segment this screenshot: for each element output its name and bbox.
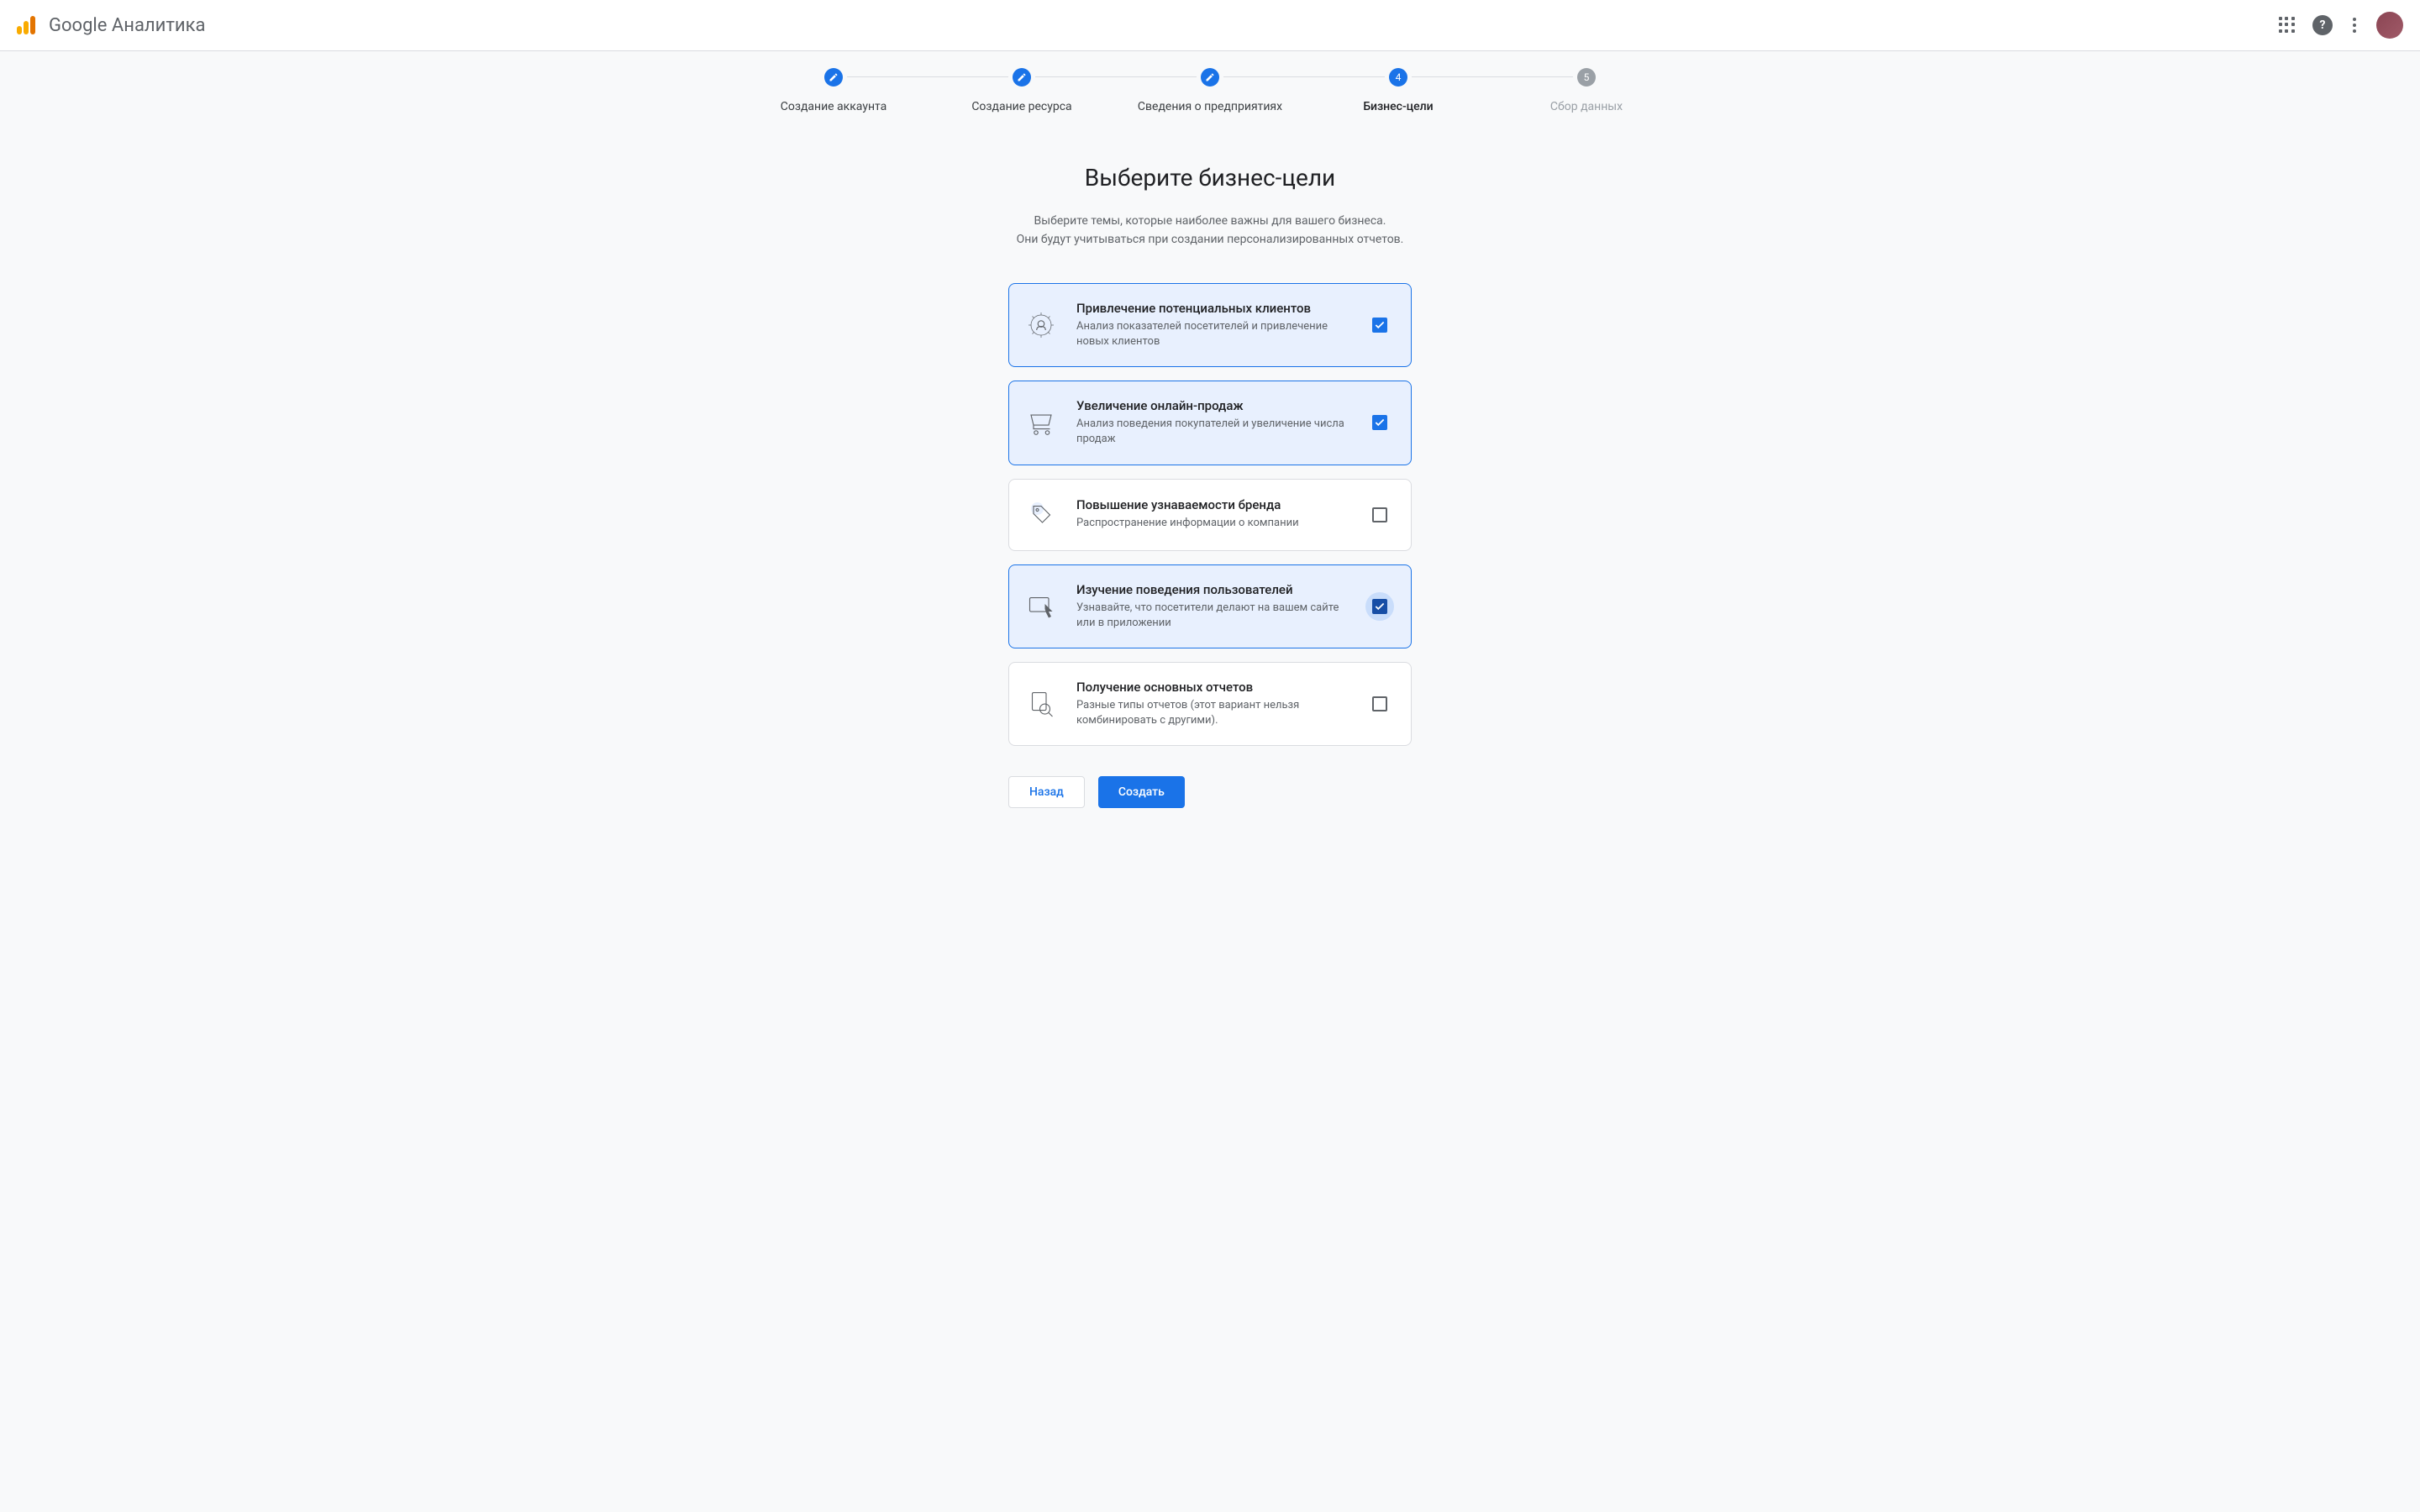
more-vert-icon[interactable] — [2349, 14, 2360, 36]
goal-card-leads[interactable]: Привлечение потенциальных клиентов Анали… — [1008, 283, 1412, 367]
goal-card-reports[interactable]: Получение основных отчетов Разные типы о… — [1008, 662, 1412, 746]
card-title: Получение основных отчетов — [1076, 680, 1349, 695]
step-data-collection: 5 Сбор данных — [1492, 68, 1681, 113]
product-name: Google Аналитика — [49, 15, 205, 36]
step-account[interactable]: Создание аккаунта — [739, 68, 928, 113]
pencil-icon — [824, 68, 843, 87]
main-area: Создание аккаунта Создание ресурса Сведе… — [0, 51, 2420, 1512]
checkbox[interactable] — [1372, 696, 1387, 711]
goal-card-sales[interactable]: Увеличение онлайн-продаж Анализ поведени… — [1008, 381, 1412, 465]
card-title: Повышение узнаваемости бренда — [1076, 497, 1349, 512]
tag-icon — [1023, 496, 1060, 533]
analytics-logo-icon — [17, 16, 35, 34]
page-subtitle: Выберите темы, которые наиболее важны дл… — [924, 212, 1496, 249]
header-right: ? — [2279, 12, 2403, 39]
leads-icon — [1023, 307, 1060, 344]
step-number: 4 — [1389, 68, 1407, 87]
content: Выберите бизнес-цели Выберите темы, кото… — [924, 164, 1496, 808]
step-business-goals[interactable]: 4 Бизнес-цели — [1304, 68, 1492, 113]
step-label: Сбор данных — [1550, 100, 1623, 113]
step-number: 5 — [1577, 68, 1596, 87]
checkbox[interactable] — [1372, 415, 1387, 430]
step-label: Создание ресурса — [971, 100, 1071, 113]
card-desc: Распространение информации о компании — [1076, 516, 1349, 531]
card-desc: Разные типы отчетов (этот вариант нельзя… — [1076, 698, 1349, 728]
card-desc: Анализ показателей посетителей и привлеч… — [1076, 319, 1349, 349]
pencil-icon — [1201, 68, 1219, 87]
card-title: Изучение поведения пользователей — [1076, 582, 1349, 597]
create-button[interactable]: Создать — [1098, 776, 1185, 808]
card-title: Увеличение онлайн-продаж — [1076, 398, 1349, 413]
reports-icon — [1023, 685, 1060, 722]
apps-grid-icon[interactable] — [2279, 17, 2296, 34]
goal-card-brand[interactable]: Повышение узнаваемости бренда Распростра… — [1008, 479, 1412, 551]
page-title: Выберите бизнес-цели — [924, 164, 1496, 192]
checkbox[interactable] — [1372, 507, 1387, 522]
button-row: Назад Создать — [1008, 776, 1412, 808]
header-left: Google Аналитика — [17, 15, 205, 36]
step-label: Бизнес-цели — [1363, 100, 1433, 113]
app-header: Google Аналитика ? — [0, 0, 2420, 51]
checkbox[interactable] — [1372, 318, 1387, 333]
cart-icon — [1023, 404, 1060, 441]
card-title: Привлечение потенциальных клиентов — [1076, 301, 1349, 316]
goals-list: Привлечение потенциальных клиентов Анали… — [1008, 283, 1412, 747]
goal-card-behavior[interactable]: Изучение поведения пользователей Узнавай… — [1008, 564, 1412, 648]
card-desc: Анализ поведения покупателей и увеличени… — [1076, 417, 1349, 447]
setup-stepper: Создание аккаунта Создание ресурса Сведе… — [739, 58, 1681, 130]
behavior-icon — [1023, 588, 1060, 625]
help-icon[interactable]: ? — [2312, 15, 2333, 35]
back-button[interactable]: Назад — [1008, 776, 1085, 808]
avatar[interactable] — [2376, 12, 2403, 39]
pencil-icon — [1013, 68, 1031, 87]
step-property[interactable]: Создание ресурса — [928, 68, 1116, 113]
checkbox[interactable] — [1372, 599, 1387, 614]
step-label: Сведения о предприятиях — [1138, 100, 1282, 113]
step-label: Создание аккаунта — [781, 100, 887, 113]
step-business-info[interactable]: Сведения о предприятиях — [1116, 68, 1304, 113]
card-desc: Узнавайте, что посетители делают на ваше… — [1076, 601, 1349, 631]
